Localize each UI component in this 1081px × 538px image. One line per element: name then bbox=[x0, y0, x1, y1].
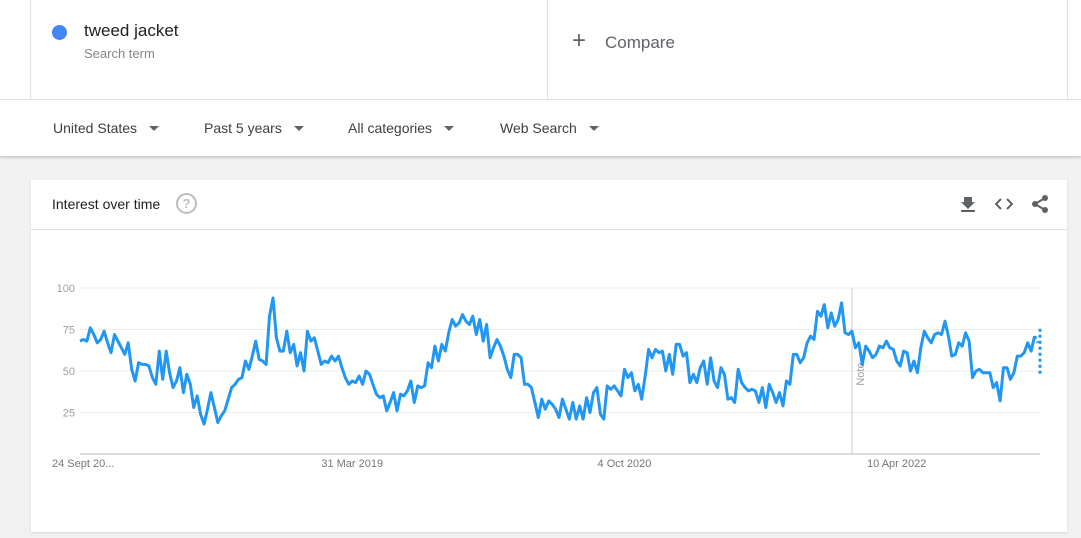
search-term-card[interactable]: tweed jacket Search term bbox=[30, 0, 548, 99]
y-tick-label: 100 bbox=[57, 283, 75, 295]
search-term-name[interactable]: tweed jacket bbox=[84, 21, 179, 41]
share-icon[interactable] bbox=[1030, 194, 1050, 214]
help-circle-icon[interactable]: ? bbox=[176, 193, 197, 214]
card-title: Interest over time bbox=[52, 196, 161, 212]
embed-code-icon[interactable] bbox=[994, 194, 1014, 214]
filter-bar: United States Past 5 years All categorie… bbox=[0, 100, 1081, 156]
y-tick-label: 50 bbox=[63, 366, 75, 378]
filter-time-label: Past 5 years bbox=[204, 120, 282, 136]
dropdown-caret-icon bbox=[149, 125, 160, 131]
series-color-dot bbox=[52, 25, 67, 40]
x-tick-label: 4 Oct 2020 bbox=[598, 458, 652, 470]
compare-button[interactable]: + Compare bbox=[548, 0, 1068, 99]
interest-chart: 25 50 75 100 24 Sept 20... 31 Mar 2019 4 Oct … bbox=[52, 283, 1042, 470]
search-term-subtitle: Search term bbox=[84, 46, 155, 61]
y-tick-label: 25 bbox=[63, 408, 75, 420]
filter-search-type-label: Web Search bbox=[500, 120, 577, 136]
dropdown-caret-icon bbox=[444, 125, 455, 131]
card-header: Interest over time ? bbox=[31, 180, 1067, 230]
download-icon[interactable] bbox=[958, 194, 978, 214]
interest-over-time-card: Interest over time ? 25 50 75 100 24 Sept 2… bbox=[31, 180, 1067, 532]
y-tick-label: 75 bbox=[63, 325, 75, 337]
filter-time-dropdown[interactable]: Past 5 years bbox=[204, 120, 304, 136]
x-tick-label: 24 Sept 20... bbox=[52, 458, 114, 470]
dropdown-caret-icon bbox=[293, 125, 304, 131]
filter-region-dropdown[interactable]: United States bbox=[53, 120, 160, 136]
x-tick-label: 10 Apr 2022 bbox=[867, 458, 926, 470]
note-label[interactable]: Note bbox=[855, 362, 867, 385]
filter-category-dropdown[interactable]: All categories bbox=[348, 120, 455, 136]
plus-icon: + bbox=[572, 27, 587, 54]
compare-label: Compare bbox=[605, 33, 675, 52]
dropdown-caret-icon bbox=[588, 125, 599, 131]
x-tick-label: 31 Mar 2019 bbox=[321, 458, 383, 470]
filter-region-label: United States bbox=[53, 120, 138, 136]
filter-search-type-dropdown[interactable]: Web Search bbox=[500, 120, 599, 136]
search-terms-bar: tweed jacket Search term + Compare bbox=[0, 0, 1081, 100]
series-line bbox=[79, 296, 1037, 426]
filter-category-label: All categories bbox=[348, 120, 433, 136]
